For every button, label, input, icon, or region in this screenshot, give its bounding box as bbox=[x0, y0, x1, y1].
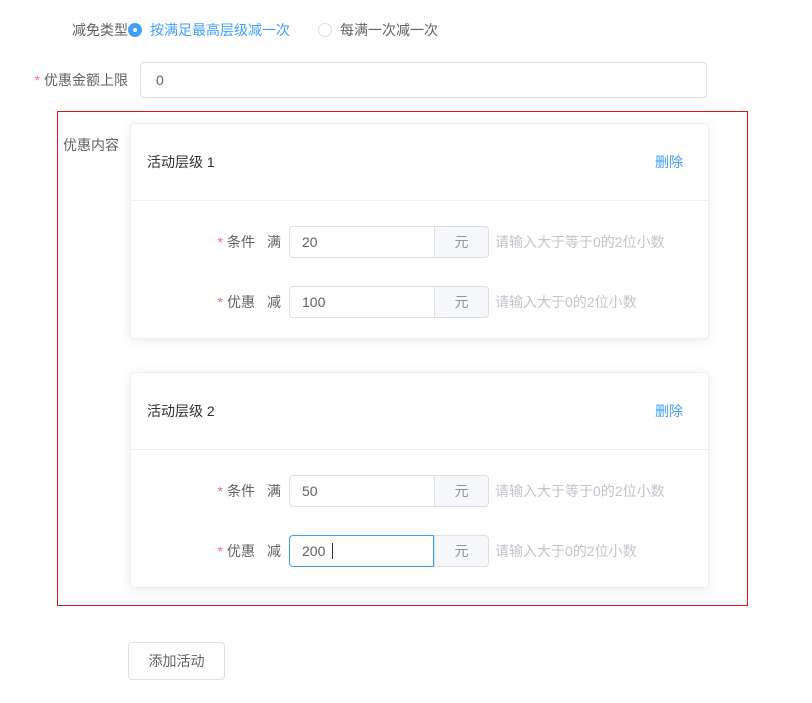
radio-label: 每满一次减一次 bbox=[340, 20, 438, 40]
text-caret bbox=[332, 543, 333, 559]
delete-tier-link[interactable]: 删除 bbox=[655, 401, 683, 421]
required-star: * bbox=[218, 543, 223, 559]
input-hint: 请输入大于0的2位小数 bbox=[495, 292, 637, 312]
threshold-word: 满 bbox=[267, 232, 281, 252]
radio-selected-icon bbox=[128, 23, 142, 37]
unit-append: 元 bbox=[434, 286, 489, 318]
condition-input-group: 元 bbox=[289, 475, 489, 507]
required-star: * bbox=[218, 234, 223, 250]
discount-content-label: 优惠内容 bbox=[63, 137, 119, 153]
radio-every-threshold-once[interactable]: 每满一次减一次 bbox=[318, 20, 438, 40]
input-hint: 请输入大于等于0的2位小数 bbox=[495, 481, 665, 501]
discount-amount-input-focused[interactable] bbox=[289, 535, 434, 567]
condition-amount-input[interactable] bbox=[289, 226, 434, 258]
reduction-type-label: 减免类型 bbox=[72, 22, 128, 38]
discount-content-section: 优惠内容 活动层级 1 删除 *条件 满 元 请输入大于等于0的2位小数 *优惠… bbox=[57, 111, 748, 606]
required-star: * bbox=[35, 72, 40, 88]
tier-card-1: 活动层级 1 删除 *条件 满 元 请输入大于等于0的2位小数 *优惠 减 元 bbox=[130, 123, 709, 339]
delete-tier-link[interactable]: 删除 bbox=[655, 152, 683, 172]
tier-card-header: 活动层级 1 删除 bbox=[131, 124, 708, 201]
input-hint: 请输入大于等于0的2位小数 bbox=[495, 232, 665, 252]
discount-row: *优惠 减 元 请输入大于0的2位小数 bbox=[131, 286, 708, 318]
discount-input-group: 元 bbox=[289, 535, 489, 567]
tier-card-header: 活动层级 2 删除 bbox=[131, 373, 708, 450]
tier-card-2: 活动层级 2 删除 *条件 满 元 请输入大于等于0的2位小数 *优惠 减 元 bbox=[130, 372, 709, 588]
max-amount-label: *优惠金额上限 bbox=[0, 72, 128, 88]
threshold-word: 满 bbox=[267, 481, 281, 501]
unit-append: 元 bbox=[434, 226, 489, 258]
condition-input-group: 元 bbox=[289, 226, 489, 258]
discount-input-group: 元 bbox=[289, 286, 489, 318]
reduce-word: 减 bbox=[267, 292, 281, 312]
condition-label: *条件 bbox=[131, 481, 255, 501]
tier-title: 活动层级 2 bbox=[147, 401, 215, 421]
discount-label: *优惠 bbox=[131, 292, 255, 312]
input-hint: 请输入大于0的2位小数 bbox=[495, 541, 637, 561]
condition-row: *条件 满 元 请输入大于等于0的2位小数 bbox=[131, 475, 708, 507]
unit-append: 元 bbox=[434, 535, 489, 567]
discount-row: *优惠 减 元 请输入大于0的2位小数 bbox=[131, 535, 708, 567]
radio-unselected-icon bbox=[318, 23, 332, 37]
condition-label: *条件 bbox=[131, 232, 255, 252]
discount-activity-form: 减免类型 按满足最高层级减一次 每满一次减一次 *优惠金额上限 优惠内容 活动层… bbox=[0, 0, 812, 703]
radio-highest-tier-once[interactable]: 按满足最高层级减一次 bbox=[128, 20, 290, 40]
max-amount-input[interactable] bbox=[140, 62, 707, 98]
radio-label: 按满足最高层级减一次 bbox=[150, 20, 290, 40]
add-activity-button[interactable]: 添加活动 bbox=[128, 642, 225, 680]
unit-append: 元 bbox=[434, 475, 489, 507]
discount-label: *优惠 bbox=[131, 541, 255, 561]
discount-amount-input[interactable] bbox=[289, 286, 434, 318]
required-star: * bbox=[218, 294, 223, 310]
required-star: * bbox=[218, 483, 223, 499]
reduce-word: 减 bbox=[267, 541, 281, 561]
condition-row: *条件 满 元 请输入大于等于0的2位小数 bbox=[131, 226, 708, 258]
tier-title: 活动层级 1 bbox=[147, 152, 215, 172]
condition-amount-input[interactable] bbox=[289, 475, 434, 507]
reduction-type-radio-group: 按满足最高层级减一次 每满一次减一次 bbox=[128, 20, 438, 40]
